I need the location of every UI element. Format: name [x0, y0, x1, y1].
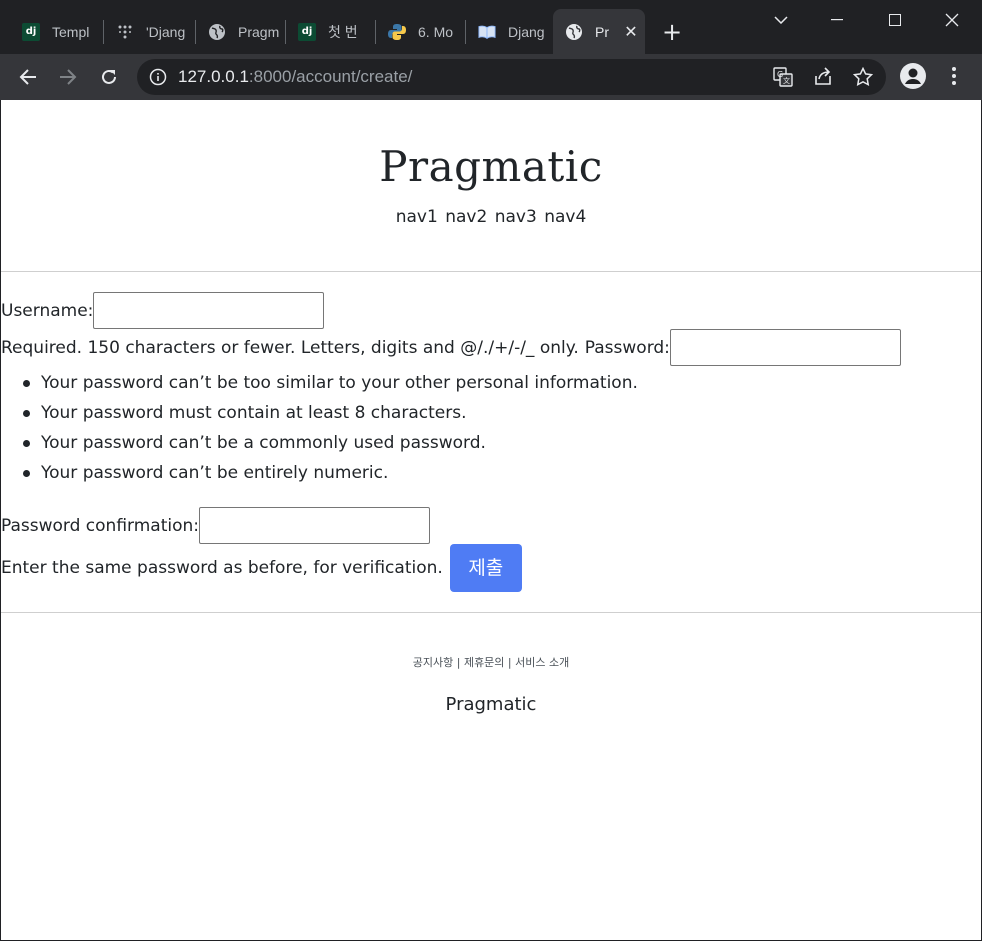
address-bar[interactable]: 127.0.0.1:8000/account/create/ G文 — [137, 59, 886, 95]
site-nav: nav1 nav2 nav3 nav4 — [1, 207, 981, 227]
maximize-icon[interactable] — [872, 4, 918, 36]
book-icon — [478, 23, 496, 41]
list-item: Your password can’t be entirely numeric. — [23, 461, 638, 491]
browser-menu-icon[interactable] — [944, 62, 964, 90]
site-title: Pragmatic — [379, 142, 603, 191]
confirm-help-row: Enter the same password as before, for v… — [1, 544, 522, 592]
tab-7-active[interactable]: Pr ✕ — [553, 9, 645, 54]
password-row: Required. 150 characters or fewer. Lette… — [1, 329, 901, 366]
globe-icon — [208, 23, 226, 41]
info-icon[interactable] — [149, 68, 167, 86]
dots-icon — [116, 23, 134, 41]
django-icon: dj — [298, 22, 316, 41]
url-text[interactable]: 127.0.0.1:8000/account/create/ — [178, 67, 412, 87]
nav-link-2[interactable]: nav2 — [445, 207, 487, 227]
list-item: Your password can’t be too similar to yo… — [23, 371, 638, 401]
password-rules-list: Your password can’t be too similar to yo… — [23, 371, 638, 491]
tab-2[interactable]: 'Djang — [104, 9, 194, 54]
list-item: Your password can’t be a commonly used p… — [23, 431, 638, 461]
footer-divider — [1, 612, 981, 613]
tab-title: Djang — [508, 23, 545, 40]
tab-1[interactable]: dj Templ — [10, 9, 102, 54]
profile-avatar[interactable] — [900, 63, 926, 89]
confirm-help-text: Enter the same password as before, for v… — [1, 558, 443, 578]
web-page: Pragmatic nav1 nav2 nav3 nav4 Username: … — [1, 100, 981, 940]
username-row: Username: — [1, 292, 325, 329]
back-icon[interactable] — [13, 62, 43, 92]
tab-strip: dj Templ 'Djang Pragm dj 첫 번 6. Mo Djang — [0, 0, 982, 54]
tab-title: Pr — [595, 23, 609, 40]
password-input[interactable] — [669, 329, 901, 366]
tab-search-icon[interactable] — [758, 4, 804, 36]
password-confirmation-row: Password confirmation: — [1, 507, 430, 544]
reload-icon[interactable] — [94, 62, 124, 92]
username-input[interactable] — [93, 292, 325, 329]
globe-icon — [565, 23, 583, 41]
username-help-text: Required. 150 characters or fewer. Lette… — [1, 337, 579, 358]
tab-title: 6. Mo — [418, 23, 454, 40]
password-label: Password: — [584, 337, 670, 358]
url-host: 127.0.0.1 — [178, 67, 249, 86]
tab-3[interactable]: Pragm — [196, 9, 284, 54]
tab-6[interactable]: Djang — [466, 9, 552, 54]
nav-link-4[interactable]: nav4 — [544, 207, 586, 227]
tab-4[interactable]: dj 첫 번 — [286, 9, 374, 54]
password-confirmation-input[interactable] — [199, 507, 430, 544]
new-tab-button[interactable]: + — [660, 18, 684, 46]
nav-link-3[interactable]: nav3 — [495, 207, 537, 227]
forward-icon[interactable] — [53, 62, 83, 92]
bookmark-star-icon[interactable] — [852, 66, 874, 88]
tab-title: Templ — [52, 23, 90, 40]
minimize-icon[interactable] — [814, 4, 860, 36]
footer-links[interactable]: 공지사항 | 제휴문의 | 서비스 소개 — [1, 654, 981, 670]
password-confirmation-label: Password confirmation: — [1, 515, 199, 536]
footer-brand: Pragmatic — [445, 694, 537, 715]
url-path: :8000/account/create/ — [248, 67, 413, 86]
username-label: Username: — [1, 300, 94, 321]
tab-title: 첫 번 — [328, 23, 358, 40]
header-divider — [1, 271, 981, 272]
browser-toolbar: 127.0.0.1:8000/account/create/ G文 — [0, 54, 982, 100]
translate-icon[interactable]: G文 — [772, 66, 794, 88]
python-icon — [388, 23, 406, 41]
tab-close-icon[interactable]: ✕ — [623, 22, 639, 41]
svg-text:文: 文 — [783, 76, 790, 85]
list-item: Your password must contain at least 8 ch… — [23, 401, 638, 431]
tab-title: Pragm — [238, 23, 280, 40]
share-icon[interactable] — [812, 66, 834, 88]
nav-link-1[interactable]: nav1 — [396, 207, 438, 227]
django-icon: dj — [22, 22, 40, 41]
tab-5[interactable]: 6. Mo — [376, 9, 464, 54]
close-window-icon[interactable] — [929, 4, 975, 36]
submit-button[interactable]: 제출 — [449, 544, 522, 592]
tab-title: 'Djang — [146, 23, 186, 40]
